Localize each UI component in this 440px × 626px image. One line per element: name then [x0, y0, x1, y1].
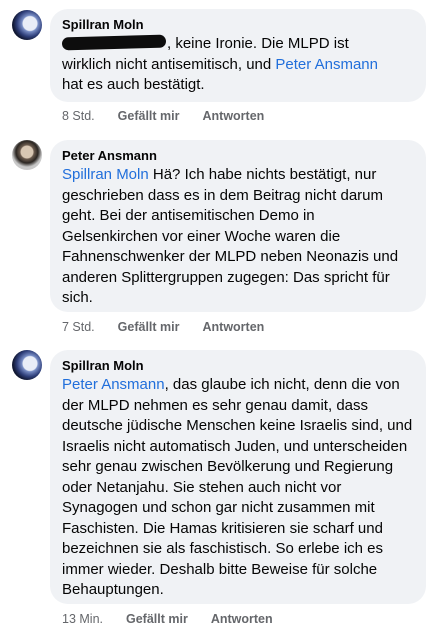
like-button[interactable]: Gefällt mir [118, 109, 180, 123]
comment-text-part: , das glaube ich nicht, denn die von der… [62, 376, 413, 598]
mention-link[interactable]: Peter Ansmann [62, 376, 165, 393]
reply-button[interactable]: Antworten [203, 320, 265, 334]
redacted-mark [61, 34, 167, 51]
comment-author[interactable]: Spillran Moln [62, 16, 414, 33]
mention-link[interactable]: Peter Ansmann [275, 56, 378, 73]
comment-text: , keine Ironie. Die MLPD ist wirklich ni… [61, 34, 414, 96]
avatar[interactable] [12, 10, 42, 40]
comment-timestamp[interactable]: 7 Std. [62, 320, 95, 334]
comment-timestamp[interactable]: 13 Min. [62, 612, 103, 626]
comment-actions: 8 Std. Gefällt mir Antworten [62, 109, 264, 123]
comment-actions: 13 Min. Gefällt mir Antworten [62, 612, 273, 626]
like-button[interactable]: Gefällt mir [118, 320, 180, 334]
avatar[interactable] [12, 350, 42, 380]
comment-author[interactable]: Spillran Moln [62, 357, 414, 374]
comment-text-part: wirklich nicht antisemitisch, und [62, 55, 276, 73]
reply-button[interactable]: Antworten [211, 612, 273, 626]
comment-bubble: Spillran Moln , keine Ironie. Die MLPD i… [50, 9, 426, 102]
comment-text-part: hat es auch bestätigt. [62, 76, 205, 93]
avatar[interactable] [12, 140, 42, 170]
comment-text: Spillran Moln Hä? Ich habe nichts bestät… [62, 165, 414, 309]
comment-timestamp[interactable]: 8 Std. [62, 109, 95, 123]
comment-text-part: Hä? Ich habe nichts bestätigt, nur gesch… [62, 166, 399, 306]
comment-author[interactable]: Peter Ansmann [62, 147, 414, 164]
mention-link[interactable]: Spillran Moln [62, 166, 149, 183]
like-button[interactable]: Gefällt mir [126, 612, 188, 626]
comment-bubble: Spillran Moln Peter Ansmann, das glaube … [50, 350, 426, 604]
comment-actions: 7 Std. Gefällt mir Antworten [62, 320, 264, 334]
reply-button[interactable]: Antworten [203, 109, 265, 123]
comment-text-part: , keine Ironie. Die MLPD ist [167, 35, 349, 52]
comment-text: Peter Ansmann, das glaube ich nicht, den… [62, 375, 414, 601]
comment-bubble: Peter Ansmann Spillran Moln Hä? Ich habe… [50, 140, 426, 312]
